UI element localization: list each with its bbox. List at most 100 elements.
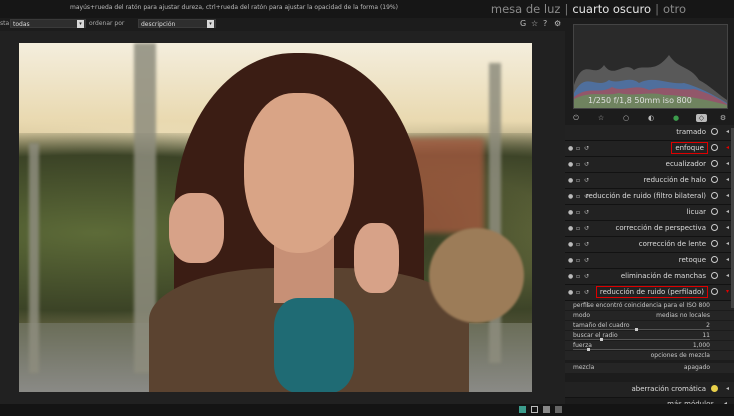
expand-arrow-icon[interactable]: ▾ [726,288,729,295]
multi-instance-icon[interactable]: ▫ [576,241,580,248]
reset-icon[interactable]: ↺ [584,209,589,216]
photo-canvas[interactable] [19,43,532,392]
chevron-down-icon: ▾ [207,20,214,28]
module-icon [711,208,718,215]
grid-icon[interactable] [531,406,538,413]
softproof-icon[interactable] [555,406,562,413]
on-off-icon[interactable]: ● [568,209,573,216]
expand-arrow-icon[interactable]: ◂ [726,240,729,247]
expand-arrow-icon[interactable]: ◂ [726,208,729,215]
basic-group-icon[interactable]: ○ [622,114,630,122]
expand-arrow-icon[interactable]: ◂ [726,272,729,279]
module-row[interactable]: ● ▫ ↺ corrección de lente ◂ [565,237,734,253]
photo-fur-hood [429,228,524,323]
module-row[interactable]: ● ▫ ↺ licuar ◂ [565,205,734,221]
view-lighttable[interactable]: mesa de luz [491,2,561,16]
reset-icon[interactable]: ↺ [584,145,589,152]
param-slider[interactable]: fuerza 1,000 [565,341,734,351]
multi-instance-icon[interactable]: ▫ [576,193,580,200]
on-off-icon[interactable]: ● [568,273,573,280]
on-off-icon[interactable]: ● [568,241,573,248]
on-off-icon[interactable]: ● [568,145,573,152]
on-off-icon[interactable]: ● [568,257,573,264]
expand-arrow-icon[interactable]: ◂ [726,224,729,231]
reset-icon[interactable]: ↺ [584,225,589,232]
param-slider[interactable]: buscar el radio 11 [565,331,734,341]
module-row[interactable]: ● ▫ ↺ eliminación de manchas ◂ [565,269,734,285]
gear-icon[interactable]: ⚙ [554,19,561,28]
layout-icon[interactable] [519,406,526,413]
multi-instance-icon[interactable]: ▫ [576,161,580,168]
reset-icon[interactable]: ↺ [584,241,589,248]
module-name: tramado [676,128,706,136]
photo-hand-right [354,223,399,293]
display-icon[interactable] [543,406,550,413]
param-value: opciones de mezcla [650,352,710,359]
filter-select[interactable]: todas ▾ [10,19,86,28]
grouping-icon[interactable]: G [520,19,526,28]
module-row[interactable]: ● ▫ ↺ reducción de halo ◂ [565,173,734,189]
reset-icon[interactable]: ↺ [584,257,589,264]
help-icon[interactable]: ? [543,19,547,28]
histogram[interactable]: 1/250 f/1,8 50mm iso 800 [573,24,728,109]
module-chromatic-aberration[interactable]: aberración cromática ◂ [565,382,734,398]
expand-arrow-icon[interactable]: ◂ [726,160,729,167]
reset-icon[interactable]: ↺ [584,161,589,168]
module-name: licuar [686,208,706,216]
module-row[interactable]: ● ▫ ↺ reducción de ruido (perfilado) ▾ [565,285,734,301]
correction-group-icon[interactable]: ◇ [696,114,707,122]
multi-instance-icon[interactable]: ▫ [576,257,580,264]
module-icon [711,288,718,295]
view-other[interactable]: otro [663,2,686,16]
blend-mode-select[interactable]: mezcla apagado [565,363,734,373]
module-row[interactable]: ● ▫ ↺ enfoque ◂ [565,141,734,157]
multi-instance-icon[interactable]: ▫ [576,273,580,280]
on-off-icon[interactable]: ● [568,177,573,184]
reset-icon[interactable]: ↺ [584,289,589,296]
on-off-icon[interactable]: ● [568,289,573,296]
expand-arrow-icon[interactable]: ◂ [726,128,729,135]
color-group-icon[interactable]: ● [672,114,680,122]
slider-track[interactable] [573,348,710,351]
param-row[interactable]: opciones de mezcla [565,351,734,360]
on-off-icon[interactable]: ● [568,161,573,168]
multi-instance-icon[interactable]: ▫ [576,289,580,296]
on-off-icon[interactable]: ● [568,225,573,232]
multi-instance-icon[interactable]: ▫ [576,209,580,216]
module-icon [711,385,718,392]
multi-instance-icon[interactable]: ▫ [576,225,580,232]
slider-track[interactable] [573,328,710,331]
module-icon [711,160,718,167]
reset-icon[interactable]: ↺ [584,177,589,184]
power-icon[interactable]: ⏻ [572,114,580,122]
sort-select[interactable]: descripción ▾ [138,19,216,28]
param-slider[interactable]: tamaño del cuadro 2 [565,321,734,331]
star-icon[interactable]: ☆ [531,19,538,28]
expand-arrow-icon[interactable]: ◂ [726,192,729,199]
reset-icon[interactable]: ↺ [584,273,589,280]
favorites-icon[interactable]: ☆ [597,114,605,122]
expand-arrow-icon[interactable]: ◂ [726,176,729,183]
module-name: eliminación de manchas [620,272,706,280]
on-off-icon[interactable]: ● [568,193,573,200]
module-row[interactable]: ● ▫ ↺ retoque ◂ [565,253,734,269]
module-name: corrección de perspectiva [615,224,706,232]
view-darkroom[interactable]: cuarto oscuro [572,2,651,16]
expand-arrow-icon[interactable]: ◂ [726,256,729,263]
expand-arrow-icon[interactable]: ◂ [726,144,729,151]
param-row[interactable]: perfil se encontró coincidencia para el I… [565,301,734,310]
multi-instance-icon[interactable]: ▫ [576,145,580,152]
tone-group-icon[interactable]: ◐ [647,114,655,122]
param-row[interactable]: modo medias no locales [565,311,734,320]
effects-group-icon[interactable]: ⚙ [719,114,727,122]
module-row[interactable]: ● ▫ ↺ reducción de ruido (filtro bilateral)… [565,189,734,205]
expand-arrow-icon: ◂ [725,385,729,392]
multi-instance-icon[interactable]: ▫ [576,177,580,184]
module-row[interactable]: tramado ◂ [565,125,734,141]
param-value: 2 [706,322,710,329]
module-row[interactable]: ● ▫ ↺ corrección de perspectiva ◂ [565,221,734,237]
param-label: modo [573,312,590,319]
module-name: reducción de ruido (perfilado) [595,286,709,298]
module-row[interactable]: ● ▫ ↺ ecualizador ◂ [565,157,734,173]
slider-track[interactable] [573,338,710,341]
